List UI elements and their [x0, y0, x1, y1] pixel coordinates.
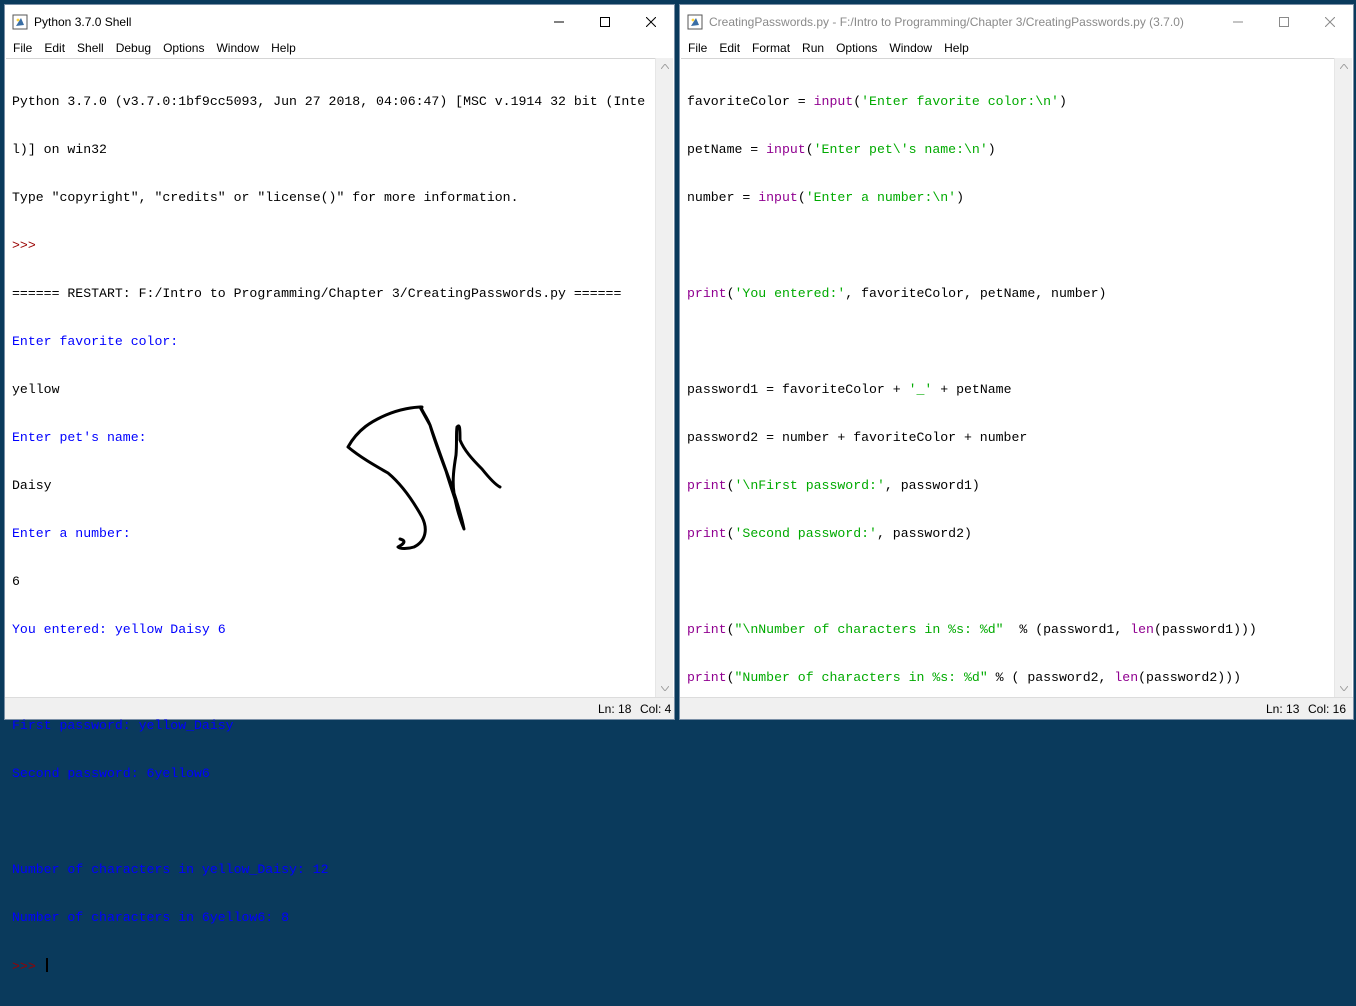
scroll-thumb[interactable]	[658, 76, 671, 679]
line-number: Ln: 18	[598, 702, 632, 716]
maximize-icon	[1279, 16, 1289, 27]
shell-statusbar: Ln: 18 Col: 4	[5, 697, 674, 719]
menu-window[interactable]: Window	[210, 41, 265, 55]
minimize-button[interactable]	[1215, 5, 1261, 38]
menu-edit[interactable]: Edit	[713, 41, 746, 55]
close-button[interactable]	[1307, 5, 1353, 38]
code-line: print('You entered:', favoriteColor, pet…	[687, 286, 1107, 301]
scroll-thumb[interactable]	[1337, 76, 1350, 679]
shell-line: Python 3.7.0 (v3.7.0:1bf9cc5093, Jun 27 …	[12, 94, 646, 109]
menu-edit[interactable]: Edit	[38, 41, 71, 55]
code-line: password2 = number + favoriteColor + num…	[687, 430, 1028, 445]
shell-output-line: Enter favorite color:	[12, 334, 179, 349]
code-line: print("\nNumber of characters in %s: %d"…	[687, 622, 1257, 637]
shell-output-line: Number of characters in 6yellow6: 8	[12, 910, 289, 925]
shell-output-line: First password: yellow_Daisy	[12, 718, 234, 733]
text-cursor	[45, 958, 48, 972]
python-idle-icon	[12, 14, 28, 29]
editor-window: CreatingPasswords.py - F:/Intro to Progr…	[679, 4, 1354, 720]
shell-output-line: Second password: 6yellow6	[12, 766, 210, 781]
editor-menubar: File Edit Format Run Options Window Help	[680, 38, 1353, 57]
shell-window-title: Python 3.7.0 Shell	[34, 14, 132, 29]
line-number: Ln: 13	[1266, 702, 1300, 716]
menu-options[interactable]: Options	[157, 41, 210, 55]
code-line: print("Number of characters in %s: %d" %…	[687, 670, 1242, 685]
close-icon	[646, 16, 656, 27]
column-number: Col: 16	[1308, 702, 1347, 716]
minimize-button[interactable]	[536, 5, 582, 38]
editor-scrollbar[interactable]	[1334, 58, 1352, 697]
chevron-up-icon	[660, 64, 669, 69]
scroll-up-arrow[interactable]	[656, 58, 673, 75]
minimize-icon	[1233, 21, 1243, 22]
menu-help[interactable]: Help	[938, 41, 975, 55]
hand-drawn-scribble	[346, 405, 502, 550]
menu-file[interactable]: File	[7, 41, 38, 55]
code-line: number = input('Enter a number:\n')	[687, 190, 965, 205]
menu-shell[interactable]: Shell	[71, 41, 110, 55]
shell-scrollbar[interactable]	[655, 58, 673, 697]
scroll-down-arrow[interactable]	[1335, 680, 1352, 697]
menu-file[interactable]: File	[682, 41, 713, 55]
scroll-up-arrow[interactable]	[1335, 58, 1352, 75]
menu-run[interactable]: Run	[796, 41, 830, 55]
editor-window-title: CreatingPasswords.py - F:/Intro to Progr…	[709, 14, 1184, 29]
close-icon	[1325, 16, 1335, 27]
menu-format[interactable]: Format	[746, 41, 796, 55]
maximize-button[interactable]	[582, 5, 628, 38]
maximize-button[interactable]	[1261, 5, 1307, 38]
maximize-icon	[600, 16, 610, 27]
source-code[interactable]: favoriteColor = input('Enter favorite co…	[681, 59, 1334, 718]
menu-window[interactable]: Window	[883, 41, 938, 55]
editor-text-area[interactable]: favoriteColor = input('Enter favorite co…	[681, 58, 1334, 697]
menu-help[interactable]: Help	[265, 41, 302, 55]
shell-prompt-active[interactable]: >>>	[12, 958, 655, 974]
code-line: petName = input('Enter pet\'s name:\n')	[687, 142, 996, 157]
shell-output-line: You entered: yellow Daisy 6	[12, 622, 226, 637]
chevron-down-icon	[1339, 686, 1348, 691]
shell-text-area[interactable]: Python 3.7.0 (v3.7.0:1bf9cc5093, Jun 27 …	[6, 58, 655, 974]
editor-statusbar: Ln: 13 Col: 16	[680, 697, 1353, 719]
prompt-text: >>>	[12, 959, 44, 974]
menu-options[interactable]: Options	[830, 41, 883, 55]
code-line: print('Second password:', password2)	[687, 526, 972, 541]
shell-titlebar[interactable]: Python 3.7.0 Shell	[5, 5, 674, 38]
menu-debug[interactable]: Debug	[110, 41, 157, 55]
minimize-icon	[554, 21, 564, 22]
shell-window: Python 3.7.0 Shell File Edit Shell Debug…	[4, 4, 675, 974]
shell-output-line: Number of characters in yellow_Daisy: 12	[12, 862, 329, 877]
column-number: Col: 4	[640, 702, 672, 716]
shell-line: Type "copyright", "credits" or "license(…	[12, 190, 519, 205]
chevron-down-icon	[660, 686, 669, 691]
shell-line: l)] on win32	[12, 142, 107, 157]
shell-blank-line	[12, 814, 655, 830]
python-file-icon	[687, 14, 703, 29]
scroll-down-arrow[interactable]	[656, 680, 673, 697]
close-button[interactable]	[628, 5, 674, 38]
code-line: favoriteColor = input('Enter favorite co…	[687, 94, 1067, 109]
shell-input-line: 6	[12, 574, 20, 589]
shell-menubar: File Edit Shell Debug Options Window Hel…	[5, 38, 674, 57]
code-line: password1 = favoriteColor + '_' + petNam…	[687, 382, 1012, 397]
shell-blank-line	[12, 670, 655, 686]
chevron-up-icon	[1339, 64, 1348, 69]
code-line: print('\nFirst password:', password1)	[687, 478, 980, 493]
editor-titlebar[interactable]: CreatingPasswords.py - F:/Intro to Progr…	[680, 5, 1353, 38]
shell-prompt: >>>	[12, 238, 44, 253]
restart-banner: ====== RESTART: F:/Intro to Programming/…	[12, 286, 622, 301]
